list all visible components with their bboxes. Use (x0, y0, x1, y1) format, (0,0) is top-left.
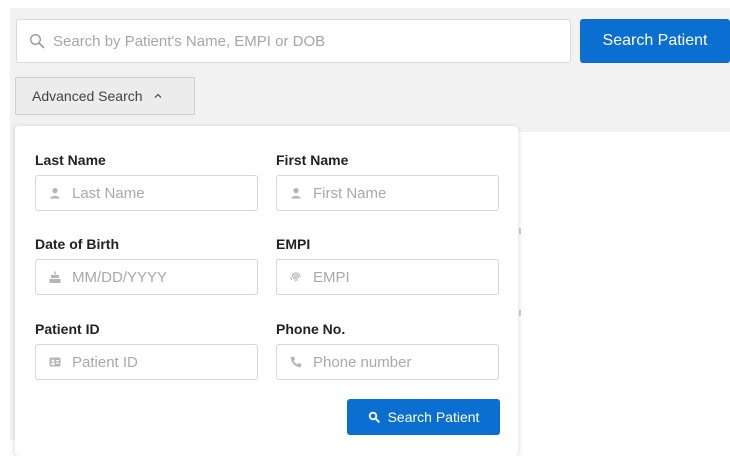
advanced-search-submit-button[interactable]: Search Patient (347, 399, 500, 435)
advanced-search-label: Advanced Search (32, 88, 143, 104)
empi-label: EMPI (276, 236, 311, 252)
fingerprint-icon (290, 272, 301, 282)
background-artifact (519, 310, 521, 316)
phone-icon (290, 356, 302, 368)
patient-search-box[interactable] (16, 19, 571, 63)
phone-input[interactable] (313, 353, 512, 371)
patient-id-label: Patient ID (35, 321, 100, 337)
first-name-label: First Name (276, 152, 349, 168)
search-patient-button[interactable]: Search Patient (580, 19, 730, 63)
phone-label: Phone No. (276, 321, 346, 337)
advanced-search-toggle[interactable]: Advanced Search (15, 77, 195, 115)
first-name-field[interactable] (276, 175, 512, 211)
date-of-birth-label: Date of Birth (35, 236, 119, 252)
patient-id-field[interactable] (35, 344, 271, 380)
patient-id-input[interactable] (72, 353, 271, 371)
search-icon (368, 411, 380, 423)
search-patient-button-label: Search Patient (602, 32, 708, 49)
empi-field[interactable] (276, 259, 512, 295)
empi-input[interactable] (313, 268, 512, 286)
id-card-icon (49, 357, 61, 367)
user-icon (50, 188, 60, 199)
cake-icon (49, 271, 61, 283)
advanced-search-submit-label: Search Patient (387, 409, 480, 425)
phone-field[interactable] (276, 344, 512, 380)
background-artifact (519, 228, 521, 234)
patient-search-input[interactable] (53, 20, 570, 62)
last-name-label: Last Name (35, 152, 106, 168)
chevron-up-icon (154, 93, 161, 98)
last-name-input[interactable] (72, 184, 271, 202)
date-of-birth-input[interactable] (72, 268, 271, 286)
search-icon (29, 33, 45, 49)
date-of-birth-field[interactable] (35, 259, 271, 295)
last-name-field[interactable] (35, 175, 271, 211)
first-name-input[interactable] (313, 184, 512, 202)
user-icon (291, 188, 301, 199)
